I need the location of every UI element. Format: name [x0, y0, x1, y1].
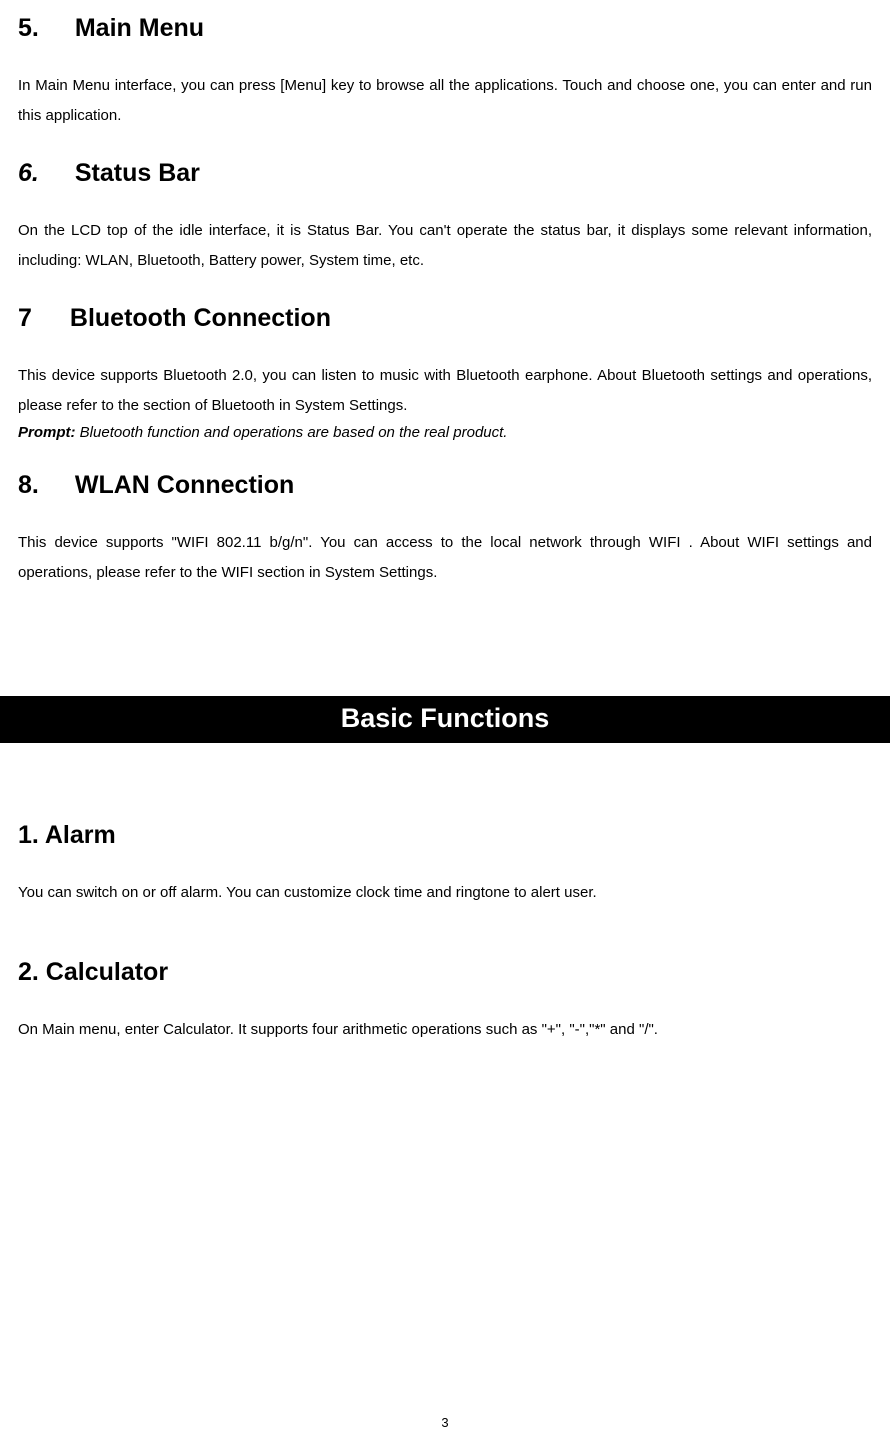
- heading-status-bar: 6. Status Bar: [18, 159, 872, 188]
- heading-bluetooth: 7 Bluetooth Connection: [18, 304, 872, 333]
- body-wlan: This device supports "WIFI 802.11 b/g/n"…: [18, 528, 872, 588]
- heading-title: Bluetooth Connection: [70, 304, 331, 332]
- heading-title: WLAN Connection: [75, 471, 294, 499]
- heading-wlan: 8. WLAN Connection: [18, 471, 872, 500]
- prompt-label: Prompt:: [18, 424, 76, 441]
- body-bluetooth: This device supports Bluetooth 2.0, you …: [18, 361, 872, 421]
- heading-number: 5.: [18, 14, 39, 42]
- heading-calculator: 2. Calculator: [18, 958, 872, 987]
- banner-basic-functions: Basic Functions: [0, 696, 890, 743]
- body-calculator: On Main menu, enter Calculator. It suppo…: [18, 1015, 872, 1045]
- heading-number: 7: [18, 304, 32, 332]
- heading-number: 6.: [18, 159, 39, 187]
- body-main-menu: In Main Menu interface, you can press [M…: [18, 71, 872, 131]
- heading-number: 8.: [18, 471, 39, 499]
- prompt-bluetooth: Prompt: Bluetooth function and operation…: [18, 421, 872, 445]
- page-number: 3: [0, 1415, 890, 1430]
- prompt-text: Bluetooth function and operations are ba…: [76, 424, 508, 441]
- heading-title: Main Menu: [75, 14, 204, 42]
- body-alarm: You can switch on or off alarm. You can …: [18, 878, 872, 908]
- body-status-bar: On the LCD top of the idle interface, it…: [18, 216, 872, 276]
- heading-title: Status Bar: [75, 159, 200, 187]
- heading-alarm: 1. Alarm: [18, 821, 872, 850]
- heading-main-menu: 5. Main Menu: [18, 14, 872, 43]
